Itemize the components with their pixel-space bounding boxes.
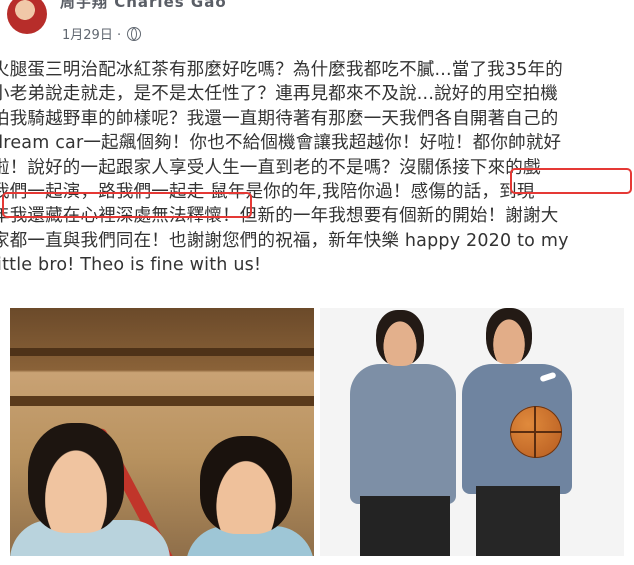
child-figure [28,423,124,533]
man-figure [360,496,450,556]
author-avatar[interactable] [7,0,47,34]
child-figure [200,436,292,534]
post-meta: 1月29日 · [62,24,142,43]
shelf [10,396,314,406]
globe-icon [127,26,142,41]
post-line-1: 火腿蛋三明治配冰紅茶有那麼好吃嗎？為什麼我都吃不膩...當了我35年的 [0,60,563,80]
post-line-9: little bro! Theo is fine with us! [0,255,262,276]
post-line-6-rest: 鼠年是你的年,我陪你過！感傷的話，到現 [204,181,535,202]
man-figure [350,364,456,504]
post-date[interactable]: 1月29日 · [62,24,121,43]
post-line-2: 小老弟說走就走，是不是太任性了？連再見都來不及說...說好的用空拍機 [0,84,558,105]
basketball [510,406,562,458]
shelf [10,348,314,356]
man-figure [376,310,424,366]
post-line-5-text: 啦！說好的一起跟家人享受人生一直到老的不是嗎？沒關係 [0,157,453,178]
brothers-photo[interactable] [320,308,624,556]
highlight-box-1 [510,168,632,194]
post-line-3: 拍我騎越野車的帥樣呢？我還一直期待著有那麼一天我們各自開著自己的 [0,108,559,129]
post-line-4: dream car一起飆個夠！你也不給個機會讓我超越你！好啦！都你帥就好 [0,133,562,154]
childhood-photo[interactable] [10,308,314,556]
author-name[interactable]: 周宇翔 Charles Gao [60,0,227,12]
highlight-box-2 [2,192,252,218]
man-figure [476,486,560,556]
man-figure [486,308,532,364]
post-line-8: 家都一直與我們同在！也謝謝您們的祝福，新年快樂 happy 2020 to my [0,230,569,251]
